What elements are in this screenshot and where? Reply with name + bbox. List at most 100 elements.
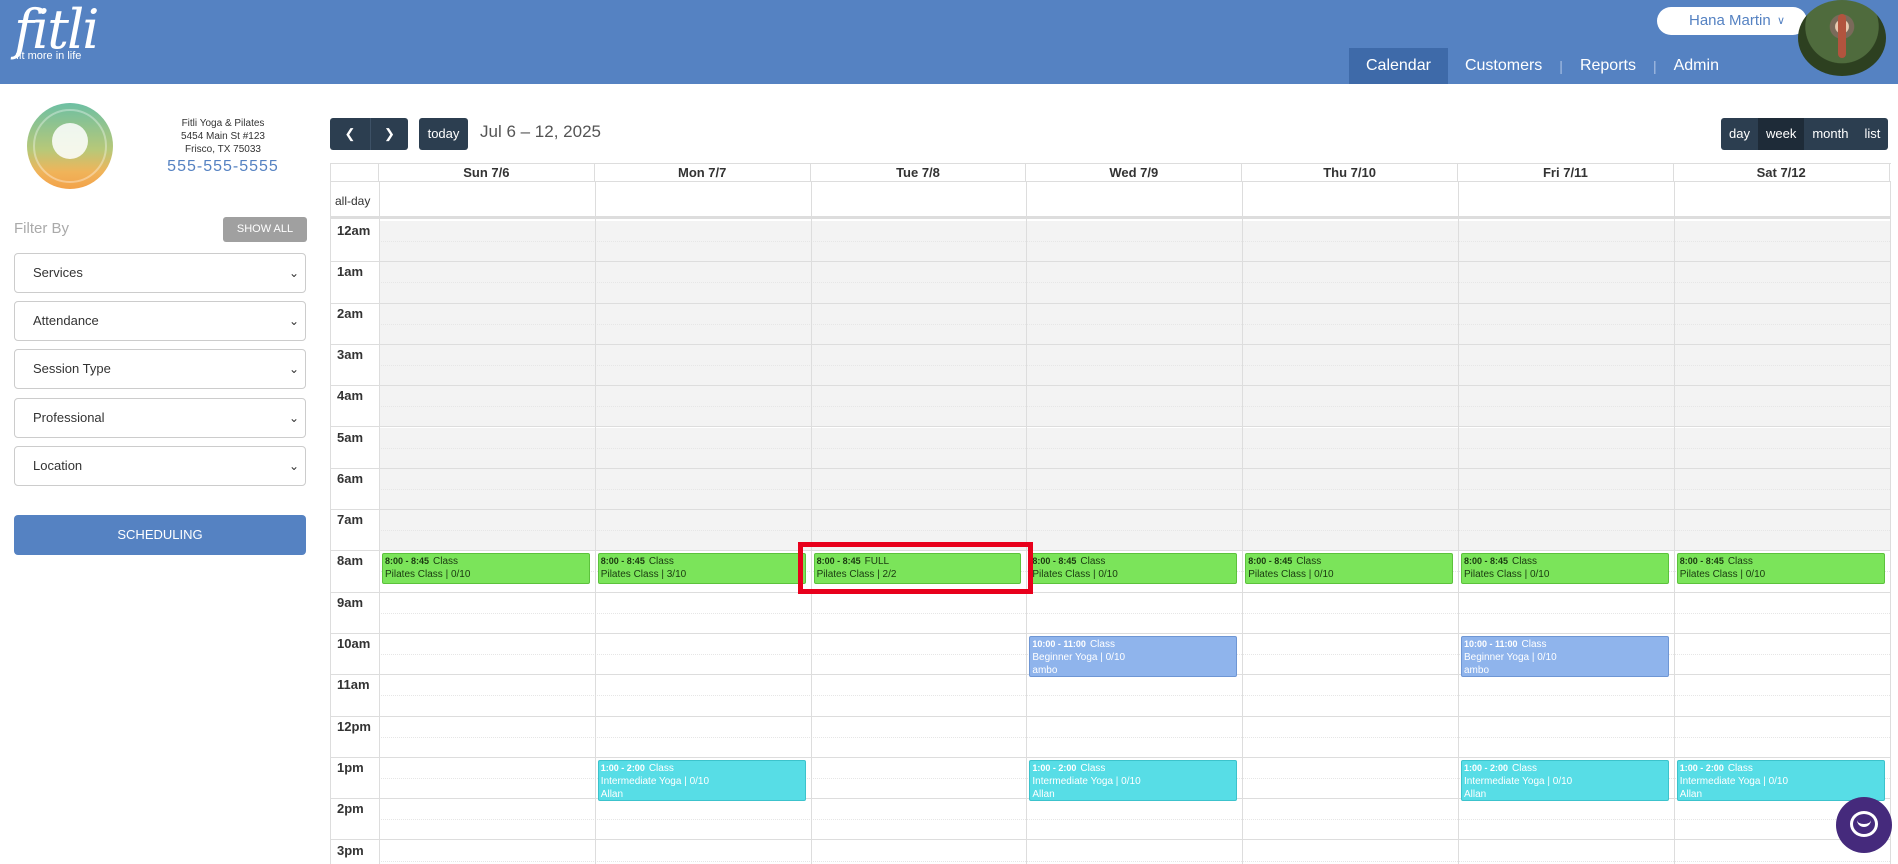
event-time-line: 8:00 - 8:45 Class bbox=[1248, 555, 1450, 568]
event-tag: Class bbox=[1296, 556, 1322, 568]
event-time-line: 8:00 - 8:45 Class bbox=[1680, 555, 1882, 568]
view-day-button[interactable]: day bbox=[1721, 118, 1758, 150]
chevron-down-icon: ⌄ bbox=[288, 314, 299, 328]
view-month-button[interactable]: month bbox=[1804, 118, 1856, 150]
event-title: Beginner Yoga | 0/10 bbox=[1032, 652, 1126, 663]
calendar-event[interactable]: 8:00 - 8:45 Class Pilates Class | 0/10 bbox=[1029, 553, 1238, 585]
nav-admin[interactable]: Admin bbox=[1657, 48, 1736, 84]
event-title: Pilates Class | 0/10 bbox=[385, 569, 471, 581]
calendar-event[interactable]: 8:00 - 8:45 Class Pilates Class | 3/10 bbox=[597, 553, 806, 585]
calendar-event[interactable]: 1:00 - 2:00 Class Intermediate Yoga | 0/10… bbox=[1676, 759, 1885, 802]
location-select[interactable]: Location ⌄ bbox=[14, 446, 306, 486]
view-week-button[interactable]: week bbox=[1757, 118, 1805, 150]
event-time: 8:00 - 8:45 bbox=[1248, 556, 1293, 567]
nav-calendar[interactable]: Calendar bbox=[1349, 48, 1448, 84]
hour-label: 4am bbox=[337, 388, 364, 404]
hour-label: 1am bbox=[337, 264, 364, 280]
calendar-event[interactable]: 1:00 - 2:00 Class Intermediate Yoga | 0/10… bbox=[1029, 759, 1238, 802]
day-header: Tue 7/8 bbox=[811, 164, 1027, 181]
event-time-line: 8:00 - 8:45 Class bbox=[601, 555, 803, 568]
scheduling-button[interactable]: SCHEDULING bbox=[14, 515, 306, 555]
calendar-event[interactable]: 8:00 - 8:45 Class Pilates Class | 0/10 bbox=[1461, 553, 1669, 585]
services-select[interactable]: Services ⌄ bbox=[14, 253, 306, 293]
location-select-value: Location bbox=[33, 458, 83, 473]
nav-reports[interactable]: Reports bbox=[1563, 48, 1653, 84]
event-time-line: 1:00 - 2:00 Class bbox=[1680, 762, 1882, 775]
user-name: Hana Martin bbox=[1689, 12, 1771, 29]
event-professional: Allan bbox=[1464, 788, 1487, 800]
prev-week-button[interactable]: ❮ bbox=[330, 118, 370, 150]
time-slot-row[interactable]: 2am bbox=[331, 303, 1891, 345]
calendar-event[interactable]: 8:00 - 8:45 Class Pilates Class | 0/10 bbox=[382, 553, 590, 585]
next-week-button[interactable]: ❯ bbox=[370, 118, 408, 150]
event-tag: Class bbox=[1727, 556, 1753, 568]
time-slot-row[interactable]: 12pm bbox=[331, 717, 1891, 758]
hour-label: 1pm bbox=[337, 759, 364, 775]
professional-select-value: Professional bbox=[33, 410, 105, 425]
view-list-button[interactable]: list bbox=[1856, 118, 1888, 150]
time-slot-row[interactable]: 5am bbox=[331, 427, 1891, 469]
calendar-event[interactable]: 1:00 - 2:00 Class Intermediate Yoga | 0/10… bbox=[597, 759, 806, 802]
fitli-logo[interactable]: fitli fit more in life bbox=[14, 2, 99, 63]
nav-customers[interactable]: Customers bbox=[1448, 48, 1559, 84]
top-header: fitli fit more in life Hana Martin ∨ Cal… bbox=[0, 0, 1898, 84]
event-time: 10:00 - 11:00 bbox=[1464, 639, 1518, 649]
calendar-event[interactable]: 10:00 - 11:00 Class Beginner Yoga | 0/10 am… bbox=[1029, 636, 1238, 678]
time-slot-row[interactable]: 6am bbox=[331, 468, 1891, 511]
calendar-event[interactable]: 8:00 - 8:45 Class Pilates Class | 0/10 bbox=[1676, 553, 1885, 585]
event-time: 8:00 - 8:45 bbox=[1464, 556, 1509, 567]
chat-button[interactable] bbox=[1836, 797, 1892, 853]
time-slot-row[interactable]: 2pm bbox=[331, 799, 1891, 841]
calendar-event[interactable]: 1:00 - 2:00 Class Intermediate Yoga | 0/10… bbox=[1461, 759, 1669, 802]
all-day-row[interactable]: all-day bbox=[331, 181, 1891, 219]
studio-address-line2: Frisco, TX 75033 bbox=[185, 144, 261, 155]
event-title: Pilates Class | 0/10 bbox=[1032, 569, 1118, 581]
time-slot-row[interactable]: 1am bbox=[331, 262, 1891, 304]
day-header: Fri 7/11 bbox=[1458, 164, 1674, 181]
event-time: 8:00 - 8:45 bbox=[385, 556, 430, 567]
studio-logo bbox=[27, 103, 113, 189]
event-tag: Class bbox=[1512, 762, 1538, 774]
view-switcher: day week month list bbox=[1721, 118, 1889, 150]
time-slot-row[interactable]: 11am bbox=[331, 675, 1891, 717]
event-time-line: 1:00 - 2:00 Class bbox=[1464, 762, 1666, 775]
hour-label: 8am bbox=[337, 553, 364, 569]
all-day-label: all-day bbox=[335, 194, 371, 208]
hour-label: 12am bbox=[337, 223, 371, 238]
time-slot-row[interactable]: 4am bbox=[331, 386, 1891, 428]
time-slot-row[interactable]: 3pm bbox=[331, 841, 1891, 864]
event-time: 8:00 - 8:45 bbox=[600, 556, 645, 567]
double-chevron-down-icon: ∨ bbox=[1777, 15, 1786, 27]
show-all-button[interactable]: SHOW ALL bbox=[223, 217, 307, 242]
time-slot-row[interactable]: 12am bbox=[331, 221, 1891, 263]
chevron-down-icon: ⌄ bbox=[288, 411, 299, 425]
event-professional: Allan bbox=[600, 788, 624, 800]
time-slot-row[interactable]: 9am bbox=[331, 593, 1891, 634]
event-title: Beginner Yoga | 0/10 bbox=[1464, 652, 1557, 663]
studio-address-line1: 5454 Main St #123 bbox=[181, 131, 265, 142]
hour-label: 12pm bbox=[337, 718, 371, 734]
hour-label: 5am bbox=[337, 429, 364, 445]
event-tag: Class bbox=[1089, 639, 1115, 650]
avatar[interactable] bbox=[1798, 0, 1886, 76]
attendance-select[interactable]: Attendance ⌄ bbox=[14, 301, 306, 341]
calendar-event[interactable]: 10:00 - 11:00 Class Beginner Yoga | 0/10 am… bbox=[1461, 636, 1669, 678]
event-time: 1:00 - 2:00 bbox=[600, 762, 645, 773]
session-type-select[interactable]: Session Type ⌄ bbox=[14, 349, 306, 389]
today-button[interactable]: today bbox=[419, 118, 468, 150]
event-professional: ambo bbox=[1464, 665, 1490, 676]
calendar-event[interactable]: 8:00 - 8:45 Class Pilates Class | 0/10 bbox=[1245, 553, 1453, 585]
hour-label: 2am bbox=[337, 305, 364, 321]
user-menu[interactable]: Hana Martin ∨ bbox=[1657, 7, 1807, 35]
studio-phone[interactable]: 555-555-5555 bbox=[160, 159, 286, 175]
time-slot-row[interactable]: 3am bbox=[331, 344, 1891, 387]
professional-select[interactable]: Professional ⌄ bbox=[14, 398, 306, 438]
event-time-line: 8:00 - 8:45 Class bbox=[1032, 555, 1234, 568]
date-range-title: Jul 6 – 12, 2025 bbox=[480, 122, 601, 141]
main-nav: Calendar Customers | Reports | Admin bbox=[1349, 48, 1736, 84]
event-tag: Class bbox=[1727, 762, 1753, 774]
event-professional: ambo bbox=[1032, 665, 1058, 676]
hour-label: 3pm bbox=[337, 842, 364, 858]
time-slot-row[interactable]: 7am bbox=[331, 510, 1891, 552]
event-time-line: 1:00 - 2:00 Class bbox=[1032, 762, 1234, 775]
